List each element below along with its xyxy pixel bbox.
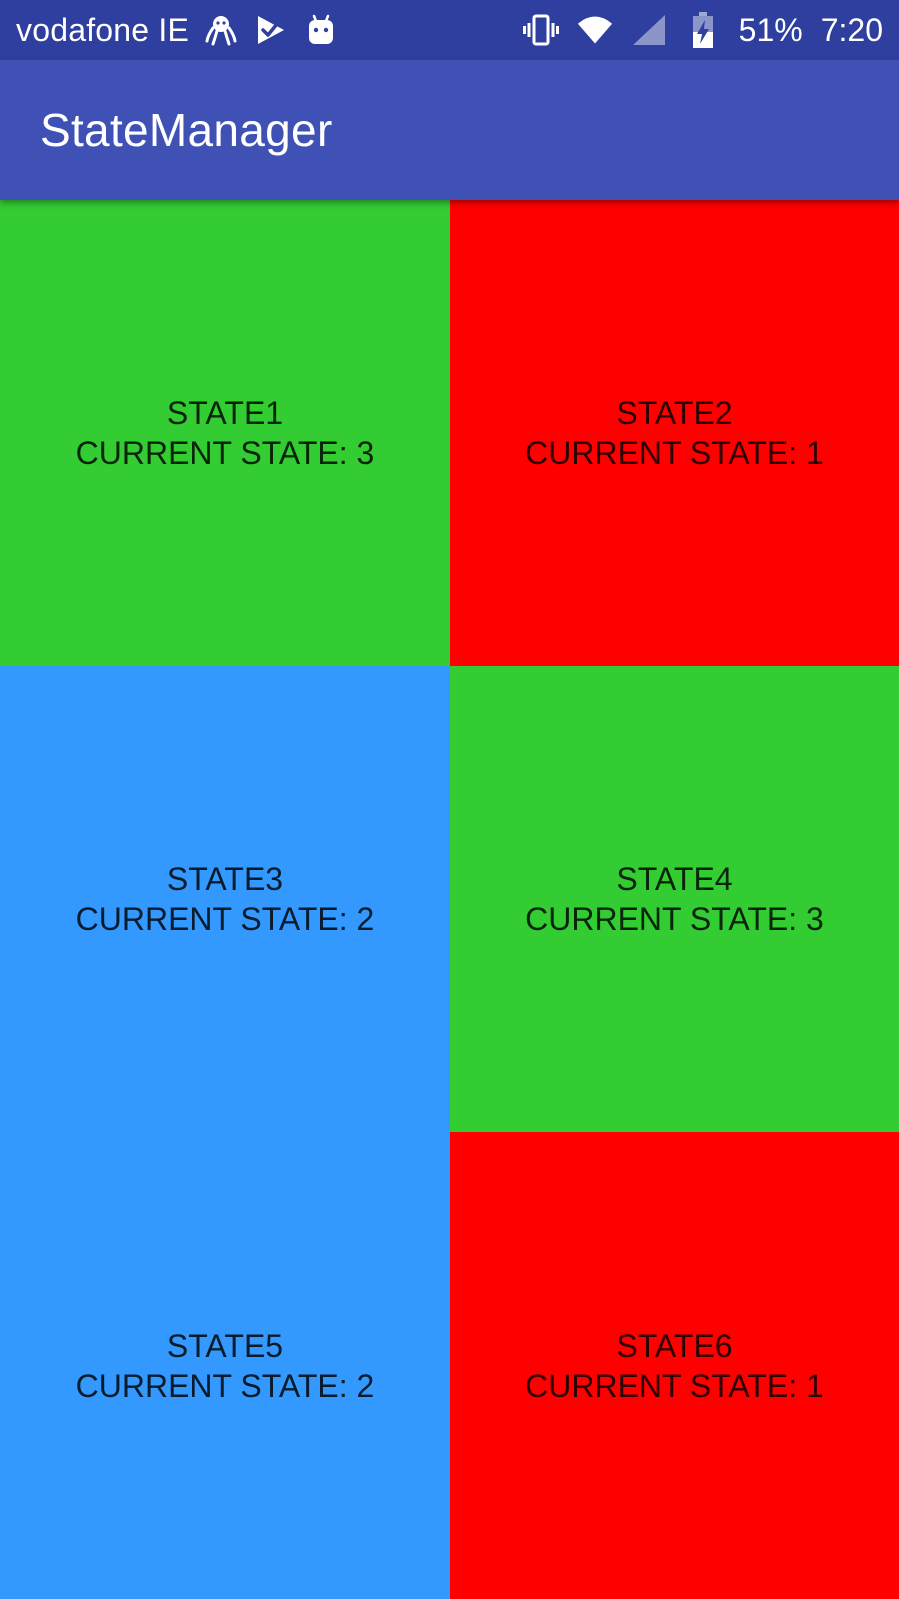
android-icon [303, 12, 339, 48]
current-state-value: 2 [356, 1367, 375, 1404]
current-state-label: CURRENT STATE: [525, 901, 798, 937]
current-state-value: 3 [356, 435, 375, 471]
current-state-label: CURRENT STATE: [75, 1367, 348, 1404]
current-state-line: CURRENT STATE: 3 [76, 433, 375, 473]
status-right: 51% 7:20 [522, 11, 883, 49]
clock: 7:20 [820, 11, 883, 48]
phone-screen: vodafone IE 51% 7:20 StateManager STATE1… [0, 0, 899, 1599]
signal-icon [631, 12, 667, 48]
status-bar: vodafone IE 51% 7:20 [0, 0, 899, 60]
play-check-icon [253, 12, 289, 48]
state-tile-3[interactable]: STATE3 CURRENT STATE: 2 [0, 666, 450, 1132]
current-state-value: 1 [806, 1367, 824, 1404]
current-state-value: 2 [356, 901, 375, 937]
carrier-name: vodafone IE [16, 11, 189, 48]
current-state-line: CURRENT STATE: 3 [525, 899, 824, 939]
state-tile-5[interactable]: STATE5 CURRENT STATE: 2 [0, 1132, 450, 1599]
state-tile-1[interactable]: STATE1 CURRENT STATE: 3 [0, 200, 450, 666]
app-bar: StateManager [0, 60, 899, 200]
current-state-label: CURRENT STATE: [75, 435, 348, 471]
vibrate-icon [522, 12, 559, 48]
state-grid: STATE1 CURRENT STATE: 3 STATE2 CURRENT S… [0, 200, 899, 1599]
current-state-line: CURRENT STATE: 1 [525, 1366, 824, 1406]
octopus-icon [203, 12, 239, 48]
status-left: vodafone IE [16, 12, 523, 49]
state-tile-4[interactable]: STATE4 CURRENT STATE: 3 [450, 666, 899, 1132]
state-name: STATE1 [166, 395, 284, 431]
app-title: StateManager [40, 104, 333, 156]
current-state-line: CURRENT STATE: 1 [525, 433, 824, 473]
battery-percent: 51% [738, 11, 803, 48]
current-state-line: CURRENT STATE: 2 [76, 899, 375, 939]
state-name: STATE6 [616, 1327, 733, 1364]
state-tile-2[interactable]: STATE2 CURRENT STATE: 1 [450, 200, 899, 666]
current-state-line: CURRENT STATE: 2 [76, 1366, 375, 1406]
state-name: STATE3 [166, 861, 284, 897]
current-state-label: CURRENT STATE: [525, 435, 798, 471]
current-state-label: CURRENT STATE: [525, 1367, 798, 1404]
state-name: STATE4 [616, 861, 733, 897]
battery-charging-icon [685, 12, 721, 48]
wifi-icon [577, 12, 613, 48]
state-tile-6[interactable]: STATE6 CURRENT STATE: 1 [450, 1132, 899, 1599]
current-state-value: 1 [806, 435, 824, 471]
state-name: STATE5 [166, 1327, 284, 1364]
current-state-value: 3 [806, 901, 824, 937]
current-state-label: CURRENT STATE: [75, 901, 348, 937]
state-name: STATE2 [616, 395, 733, 431]
